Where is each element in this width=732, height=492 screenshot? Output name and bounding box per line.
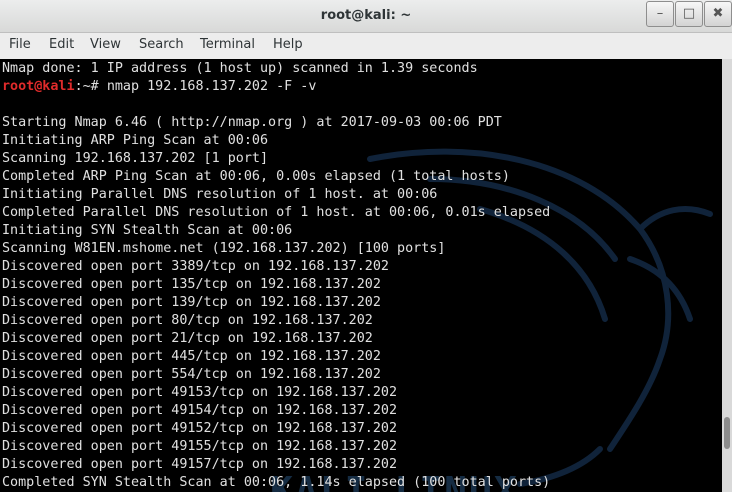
- menu-bar: File Edit View Search Terminal Help: [0, 33, 732, 59]
- terminal-line: Discovered open port 21/tcp on 192.168.1…: [2, 331, 373, 346]
- terminal-line: Scanning W81EN.mshome.net (192.168.137.2…: [2, 241, 446, 256]
- terminal-line: Completed Parallel DNS resolution of 1 h…: [2, 205, 551, 220]
- terminal-line: Completed ARP Ping Scan at 00:06, 0.00s …: [2, 169, 510, 184]
- window-titlebar[interactable]: root@kali: ~ – □ ✖: [0, 0, 732, 33]
- menu-edit[interactable]: Edit: [49, 37, 74, 52]
- terminal-line: Discovered open port 49153/tcp on 192.16…: [2, 385, 398, 400]
- terminal-line: Discovered open port 49152/tcp on 192.16…: [2, 421, 398, 436]
- command-text: nmap 192.168.137.202 -F -v: [106, 79, 317, 94]
- terminal-line: Discovered open port 49154/tcp on 192.16…: [2, 403, 398, 418]
- terminal-line: Discovered open port 80/tcp on 192.168.1…: [2, 313, 373, 328]
- scrollbar-thumb[interactable]: [724, 417, 730, 449]
- terminal-line: Discovered open port 135/tcp on 192.168.…: [2, 277, 381, 292]
- terminal-area[interactable]: KALI LINUX Nmap done: 1 IP address (1 ho…: [0, 59, 722, 492]
- terminal-line: Completed SYN Stealth Scan at 00:06, 1.1…: [2, 475, 551, 490]
- minimize-button[interactable]: –: [646, 1, 674, 27]
- terminal-line: Starting Nmap 6.46 ( http://nmap.org ) a…: [2, 115, 502, 130]
- terminal-line: Discovered open port 445/tcp on 192.168.…: [2, 349, 381, 364]
- terminal-scrollbar[interactable]: [722, 59, 732, 492]
- menu-file[interactable]: File: [9, 37, 31, 52]
- terminal-line: Discovered open port 3389/tcp on 192.168…: [2, 259, 389, 274]
- menu-terminal[interactable]: Terminal: [200, 37, 255, 52]
- terminal-line: Discovered open port 49157/tcp on 192.16…: [2, 457, 398, 472]
- terminal-line: Discovered open port 139/tcp on 192.168.…: [2, 295, 381, 310]
- terminal-line: Initiating Parallel DNS resolution of 1 …: [2, 187, 438, 202]
- maximize-button[interactable]: □: [675, 1, 703, 27]
- window-title: root@kali: ~: [320, 8, 412, 23]
- terminal-line: Discovered open port 554/tcp on 192.168.…: [2, 367, 381, 382]
- terminal-line: Initiating ARP Ping Scan at 00:06: [2, 133, 269, 148]
- terminal-line: Scanning 192.168.137.202 [1 port]: [2, 151, 269, 166]
- prompt-user: root@kali: [2, 79, 75, 94]
- menu-view[interactable]: View: [90, 37, 121, 52]
- close-button[interactable]: ✖: [704, 1, 732, 27]
- terminal-line: Nmap done: 1 IP address (1 host up) scan…: [2, 61, 478, 76]
- menu-help[interactable]: Help: [273, 37, 303, 52]
- menu-search[interactable]: Search: [139, 37, 184, 52]
- terminal-line: Discovered open port 49155/tcp on 192.16…: [2, 439, 398, 454]
- terminal-line: Initiating SYN Stealth Scan at 00:06: [2, 223, 293, 238]
- prompt-suffix: :~#: [74, 79, 107, 94]
- prompt-line: root@kali:~# nmap 192.168.137.202 -F -v: [2, 78, 316, 96]
